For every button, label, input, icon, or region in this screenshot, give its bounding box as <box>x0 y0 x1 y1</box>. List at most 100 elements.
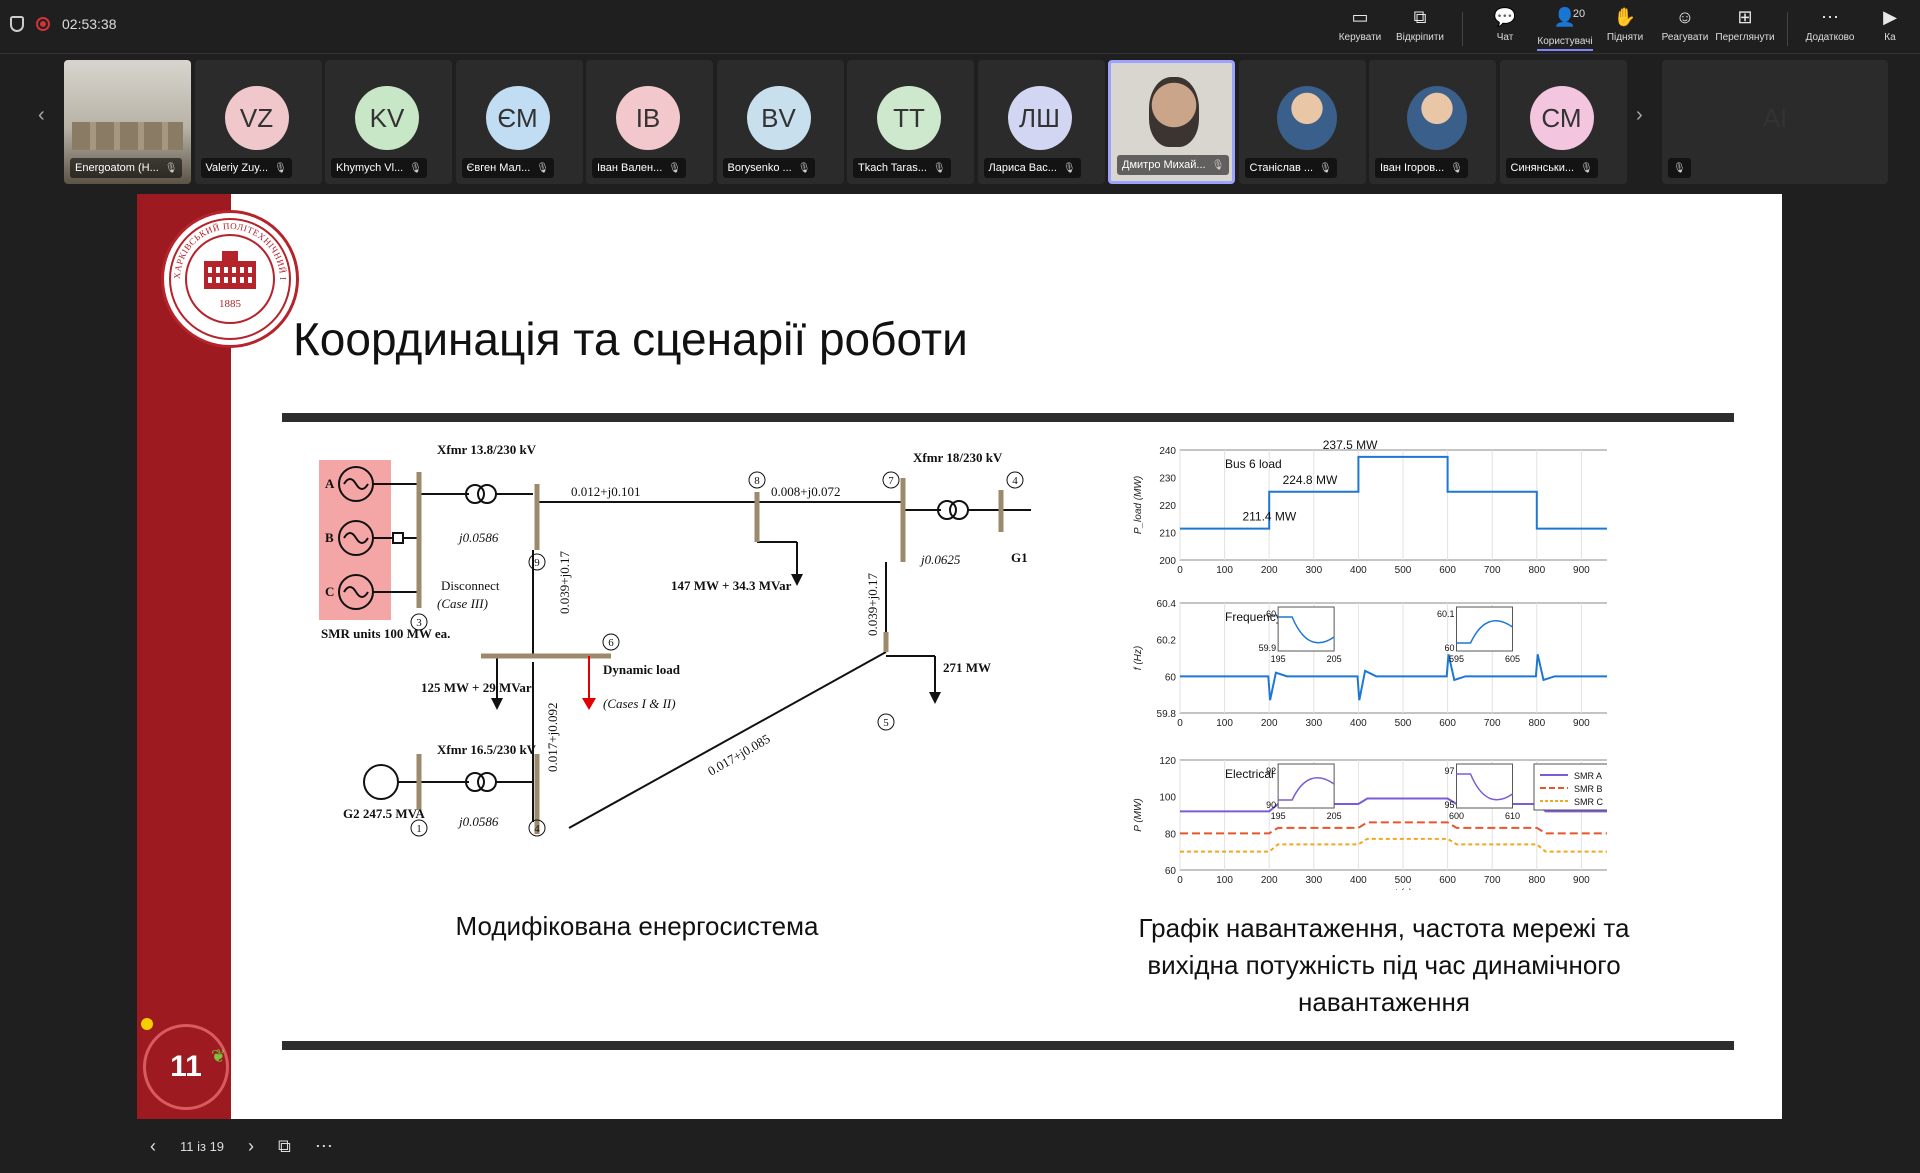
participant-name-tag: Синянськи... 🎙 <box>1505 158 1598 178</box>
leaf-icon: ❦ <box>211 1046 227 1066</box>
university-logo: ХАРКІВСЬКИЙ ПОЛІТЕХНІЧНИЙ ІНСТИТУТ · НТУ… <box>161 205 299 348</box>
chart-1-xtick: 500 <box>1395 718 1412 729</box>
participant-tile[interactable]: Станіслав ... 🎙 <box>1238 60 1366 184</box>
power-system-diagram: A B C SMR units 100 MW ea. Xfmr 13.8/230… <box>319 442 1031 837</box>
participant-tile[interactable]: TT Tkach Taras... 🎙 <box>847 60 974 184</box>
chart-2-xtick: 100 <box>1216 875 1233 886</box>
participant-name-tag: Іван Ігоров... 🎙 <box>1375 158 1468 178</box>
slide-page-number: 11 <box>143 1024 229 1110</box>
smr-b-label: B <box>325 530 334 545</box>
chart-1-ytick: 59.8 <box>1157 709 1177 720</box>
participant-tile[interactable]: ЄМ Євген Мал... 🎙 <box>455 60 583 184</box>
prev-slide-icon[interactable]: ‹ <box>150 1136 156 1157</box>
participant-name: Синянськи... <box>1510 162 1575 174</box>
chart-2-xtick: 900 <box>1573 875 1590 886</box>
inset-xmin: 600 <box>1449 811 1464 821</box>
line-9-6-impedance: 0.039+j0.17 <box>557 551 572 614</box>
bus-4-top-number: 4 <box>1012 475 1018 487</box>
participant-photo <box>1276 86 1337 150</box>
participant-tile[interactable]: Дмитро Михай... 🎙 <box>1108 60 1235 184</box>
self-avatar: AI <box>1743 86 1807 150</box>
smr-c-label: C <box>325 584 334 599</box>
participant-tile[interactable]: BV Borysenko ... 🎙 <box>716 60 844 184</box>
participant-tile[interactable]: ІВ Іван Вален... 🎙 <box>586 60 713 184</box>
self-view-tile[interactable]: AI 🎙 <box>1662 60 1888 184</box>
inset-xmax: 205 <box>1327 654 1342 664</box>
strip-next-icon[interactable]: › <box>1636 104 1643 127</box>
toolbar-monitor-button[interactable]: ▭ Керувати <box>1330 6 1390 51</box>
toolbar-people-button[interactable]: 👤 20 Користувачі <box>1535 6 1595 51</box>
mic-off-icon: 🎙 <box>932 162 946 174</box>
chart-0-annotation: 237.5 MW <box>1323 440 1378 452</box>
mic-off-icon: 🎙 <box>536 162 549 174</box>
participant-tile[interactable]: VZ Valeriy Zuy... 🎙 <box>194 60 322 184</box>
participant-tile[interactable]: ЛШ Лариса Вас... 🎙 <box>977 60 1105 184</box>
avatar-initials: BV <box>761 102 796 133</box>
chart-1-xtick: 0 <box>1177 718 1183 729</box>
chart-0-xtick: 0 <box>1177 565 1183 576</box>
smr-a-label: A <box>325 476 335 491</box>
toolbar-grid-view-button[interactable]: ⊞ Переглянути <box>1715 6 1775 51</box>
slide-navigation-bar: ‹ 11 із 19 › ⧉ ⋯ <box>0 1120 1920 1173</box>
disconnect-case: (Case III) <box>437 596 488 611</box>
inset-ybottom: 60 <box>1445 643 1455 653</box>
participant-avatar: ЛШ <box>1007 86 1072 150</box>
inset-ybottom: 59.9 <box>1259 643 1277 653</box>
participant-name: Євген Мал... <box>466 162 531 174</box>
chart-1-xtick: 400 <box>1350 718 1367 729</box>
toolbar-more-button[interactable]: ⋯ Додатково <box>1800 6 1860 51</box>
toolbar-label: Реагувати <box>1661 32 1709 43</box>
participant-photo <box>1407 86 1467 150</box>
toolbar-camera-button[interactable]: ▶ Ка <box>1860 6 1920 51</box>
participant-tile[interactable]: Energoatom (H... 🎙 <box>64 60 191 184</box>
avatar-initials: TT <box>893 102 925 133</box>
more-options-icon[interactable]: ⋯ <box>315 1136 333 1157</box>
toolbar-chat-button[interactable]: 💬 Чат <box>1475 6 1535 51</box>
self-avatar-initials: AI <box>1762 102 1788 133</box>
toolbar-label: Користувачі <box>1537 36 1593 51</box>
chart-0-title: Bus 6 load <box>1225 457 1282 471</box>
chart-0-xtick: 600 <box>1439 565 1456 576</box>
slide-page-indicator: 11 із 19 <box>180 1139 225 1154</box>
chart-0-ylabel: P_load (MW) <box>1133 476 1144 534</box>
disconnect-label: Disconnect <box>441 578 500 593</box>
xfmr1-label: Xfmr 13.8/230 kV <box>437 442 537 457</box>
toolbar-label: Відкріпити <box>1395 32 1445 43</box>
chart-1-xtick: 800 <box>1528 718 1545 729</box>
emoji-icon: ☺ <box>1675 7 1695 27</box>
legend-label: SMR A <box>1574 771 1602 781</box>
toolbar-separator <box>1787 12 1788 46</box>
toolbar-emoji-button[interactable]: ☺ Реагувати <box>1655 6 1715 51</box>
toolbar-raise-hand-button[interactable]: ✋ Підняти <box>1595 6 1655 51</box>
participant-name-tag: Іван Вален... 🎙 <box>592 158 686 178</box>
mic-off-icon: 🎙 <box>1673 162 1686 174</box>
chart-0-xtick: 700 <box>1484 565 1501 576</box>
logo-seal-graphic: ХАРКІВСЬКИЙ ПОЛІТЕХНІЧНИЙ ІНСТИТУТ · НТУ… <box>161 205 291 340</box>
participant-avatar: ЄМ <box>485 86 550 150</box>
participant-name: Energoatom (H... <box>75 162 159 174</box>
toolbar-label: Переглянути <box>1715 32 1775 43</box>
load-bus5-label: 271 MW <box>943 660 991 675</box>
line-9-8-impedance: 0.012+j0.101 <box>571 484 640 499</box>
mic-off-icon: 🎙 <box>1062 162 1076 174</box>
participant-tile[interactable]: СМ Синянськи... 🎙 <box>1499 60 1627 184</box>
chart-2-xtick: 300 <box>1305 875 1322 886</box>
line-6-4-impedance: 0.017+j0.092 <box>545 703 560 772</box>
participant-name: Khymych Vl... <box>336 162 404 174</box>
slide-sorter-icon[interactable]: ⧉ <box>278 1136 291 1157</box>
meeting-top-bar: 02:53:38 ▭ Керувати ⧉ Відкріпити 💬 Чат 👤 20 Кори… <box>0 0 1920 54</box>
chart-0-xtick: 500 <box>1395 565 1412 576</box>
participant-avatar: BV <box>746 86 811 150</box>
mic-off-icon: 🎙 <box>1211 159 1225 171</box>
mic-off-icon: 🎙 <box>668 162 681 174</box>
participant-name-tag: Valeriy Zuy... 🎙 <box>200 158 292 178</box>
participant-video <box>1149 77 1199 147</box>
toolbar-pop-out-button[interactable]: ⧉ Відкріпити <box>1390 6 1450 51</box>
chart-1-xtick: 300 <box>1305 718 1322 729</box>
participant-tile[interactable]: Іван Ігоров... 🎙 <box>1369 60 1496 184</box>
participant-tile[interactable]: KV Khymych Vl... 🎙 <box>325 60 452 184</box>
strip-prev-icon[interactable]: ‹ <box>38 104 45 127</box>
next-slide-icon[interactable]: › <box>248 1136 254 1157</box>
chart-2-xtick: 200 <box>1261 875 1278 886</box>
logo-year: 1885 <box>219 298 242 310</box>
